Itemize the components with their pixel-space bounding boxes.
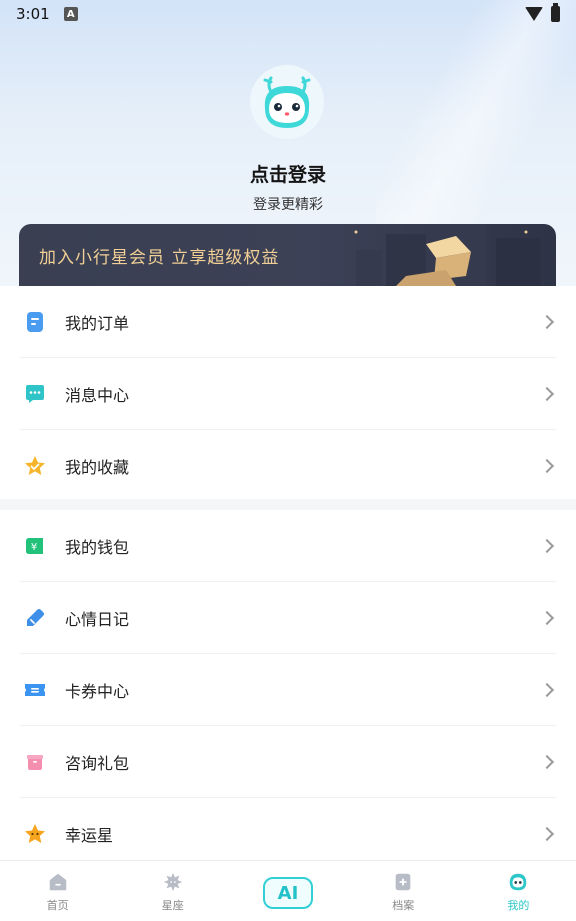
- coupon-icon: [25, 683, 45, 696]
- menu-item-wallet[interactable]: ¥ 我的钱包: [20, 510, 556, 582]
- menu-item-label: 消息中心: [65, 385, 130, 405]
- chevron-right-icon: [539, 610, 555, 625]
- tab-label: 首页: [46, 899, 69, 912]
- avatar[interactable]: [249, 64, 325, 140]
- menu-group-1: 我的订单 消息中心 我的收藏: [0, 286, 576, 499]
- tab-label: 我的: [507, 899, 530, 912]
- status-bar: 3:01 A: [0, 0, 576, 28]
- constellation-icon: [163, 872, 182, 892]
- profile-icon: [510, 873, 527, 891]
- menu-item-label: 我的订单: [65, 313, 130, 333]
- tab-archive[interactable]: 档案: [346, 861, 461, 921]
- chevron-right-icon: [539, 826, 555, 841]
- menu-item-lucky-star[interactable]: 幸运星: [20, 798, 556, 869]
- diary-icon: [27, 608, 44, 626]
- menu-item-favorites[interactable]: 我的收藏: [20, 430, 556, 501]
- message-icon: [26, 384, 44, 403]
- chevron-right-icon: [539, 386, 555, 401]
- menu-item-label: 我的钱包: [65, 537, 130, 557]
- status-time: 3:01: [16, 5, 50, 23]
- tab-bar: 首页 星座 AI 档案 我的: [0, 860, 576, 921]
- tab-constellation[interactable]: 星座: [115, 861, 230, 921]
- tab-ai[interactable]: AI: [230, 861, 345, 921]
- tab-label: 档案: [392, 899, 415, 912]
- wifi-icon: [525, 7, 543, 21]
- menu-item-coupons[interactable]: 卡券中心: [20, 654, 556, 726]
- tab-profile[interactable]: 我的: [461, 861, 576, 921]
- ai-icon: AI: [263, 877, 313, 909]
- chevron-right-icon: [539, 754, 555, 769]
- menu-item-label: 心情日记: [65, 609, 130, 629]
- menu-item-consult-gift[interactable]: 咨询礼包: [20, 726, 556, 798]
- favorite-icon: [25, 455, 45, 475]
- menu-item-label: 幸运星: [65, 825, 114, 845]
- chevron-right-icon: [539, 314, 555, 329]
- login-title[interactable]: 点击登录: [0, 160, 576, 187]
- chevron-right-icon: [539, 538, 555, 553]
- gift-icon: [27, 754, 43, 770]
- order-icon: [27, 311, 43, 332]
- menu-item-label: 我的收藏: [65, 457, 130, 477]
- menu-item-orders[interactable]: 我的订单: [20, 286, 556, 358]
- battery-icon: [551, 3, 560, 22]
- chevron-right-icon: [539, 682, 555, 697]
- vip-banner[interactable]: 加入小行星会员 立享超级权益: [19, 224, 556, 286]
- vip-banner-text: 加入小行星会员 立享超级权益: [39, 248, 280, 268]
- login-subtitle: 登录更精彩: [253, 197, 323, 213]
- menu-item-messages[interactable]: 消息中心: [20, 358, 556, 430]
- tab-home[interactable]: 首页: [0, 861, 115, 921]
- home-icon: [49, 873, 66, 891]
- menu-item-label: 咨询礼包: [65, 753, 130, 773]
- menu-item-label: 卡券中心: [65, 681, 130, 701]
- tab-label: 星座: [161, 899, 184, 912]
- chevron-right-icon: [539, 458, 555, 473]
- vip-banner-art: [354, 224, 541, 286]
- menu-group-2: ¥ 我的钱包 心情日记 卡券中心 咨询礼包 幸运星: [0, 510, 576, 860]
- archive-icon: [395, 873, 411, 891]
- wallet-icon: ¥: [26, 537, 43, 554]
- notification-icon: A: [63, 7, 78, 21]
- menu-item-diary[interactable]: 心情日记: [20, 582, 556, 654]
- svg-text:¥: ¥: [31, 542, 37, 553]
- lucky-star-icon: [25, 823, 45, 843]
